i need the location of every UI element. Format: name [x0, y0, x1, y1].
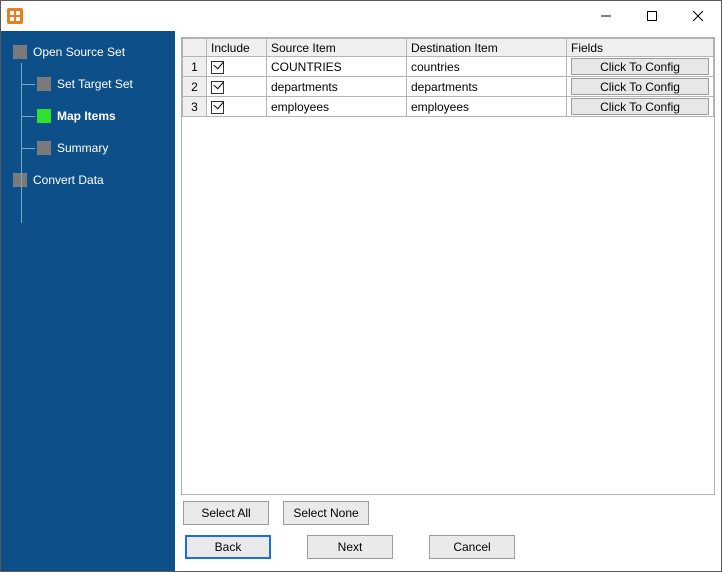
maximize-button[interactable]: [629, 1, 675, 31]
table-row[interactable]: 3employeesemployeesClick To Config: [183, 97, 714, 117]
minimize-button[interactable]: [583, 1, 629, 31]
select-all-button[interactable]: Select All: [183, 501, 269, 525]
next-button[interactable]: Next: [307, 535, 393, 559]
step-label: Map Items: [57, 109, 116, 123]
destination-item-cell[interactable]: countries: [407, 57, 567, 77]
source-item-cell[interactable]: employees: [267, 97, 407, 117]
source-item-cell[interactable]: departments: [267, 77, 407, 97]
wizard-step-summary[interactable]: Summary: [13, 137, 175, 159]
main-panel: Include Source Item Destination Item Fie…: [175, 31, 721, 571]
include-cell[interactable]: [207, 97, 267, 117]
wizard-step-set-target-set[interactable]: Set Target Set: [13, 73, 175, 95]
app-icon: [7, 8, 23, 24]
cancel-button[interactable]: Cancel: [429, 535, 515, 559]
step-label: Convert Data: [33, 173, 104, 187]
row-number: 3: [183, 97, 207, 117]
step-label: Summary: [57, 141, 108, 155]
step-status-box: [37, 77, 51, 91]
col-header-fields[interactable]: Fields: [567, 39, 714, 57]
app-window: Open Source Set Set Target Set Map Items Su…: [0, 0, 722, 572]
config-fields-button[interactable]: Click To Config: [571, 58, 709, 75]
config-fields-button[interactable]: Click To Config: [571, 98, 709, 115]
back-button[interactable]: Back: [185, 535, 271, 559]
col-header-destination[interactable]: Destination Item: [407, 39, 567, 57]
wizard-step-map-items[interactable]: Map Items: [13, 105, 175, 127]
source-item-cell[interactable]: COUNTRIES: [267, 57, 407, 77]
include-checkbox[interactable]: [211, 61, 224, 74]
titlebar: [1, 1, 721, 31]
row-number: 1: [183, 57, 207, 77]
row-number: 2: [183, 77, 207, 97]
step-status-box: [37, 141, 51, 155]
destination-item-cell[interactable]: departments: [407, 77, 567, 97]
table-row[interactable]: 2departmentsdepartmentsClick To Config: [183, 77, 714, 97]
include-checkbox[interactable]: [211, 101, 224, 114]
step-label: Open Source Set: [33, 45, 125, 59]
table-row[interactable]: 1 COUNTRIEScountriesClick To Config: [183, 57, 714, 77]
wizard-step-convert-data[interactable]: Convert Data: [13, 169, 175, 191]
fields-cell: Click To Config: [567, 77, 714, 97]
mapping-grid[interactable]: Include Source Item Destination Item Fie…: [181, 37, 715, 495]
step-status-box: [13, 173, 27, 187]
step-status-box: [13, 45, 27, 59]
fields-cell: Click To Config: [567, 97, 714, 117]
config-fields-button[interactable]: Click To Config: [571, 78, 709, 95]
wizard-steps-sidebar: Open Source Set Set Target Set Map Items Su…: [1, 31, 175, 571]
col-header-source[interactable]: Source Item: [267, 39, 407, 57]
wizard-step-open-source-set[interactable]: Open Source Set: [13, 41, 175, 63]
include-checkbox[interactable]: [211, 81, 224, 94]
include-cell[interactable]: [207, 57, 267, 77]
select-none-button[interactable]: Select None: [283, 501, 369, 525]
destination-item-cell[interactable]: employees: [407, 97, 567, 117]
include-cell[interactable]: [207, 77, 267, 97]
col-header-include[interactable]: Include: [207, 39, 267, 57]
close-button[interactable]: [675, 1, 721, 31]
step-status-box: [37, 109, 51, 123]
grid-corner: [183, 39, 207, 57]
step-label: Set Target Set: [57, 77, 133, 91]
fields-cell: Click To Config: [567, 57, 714, 77]
